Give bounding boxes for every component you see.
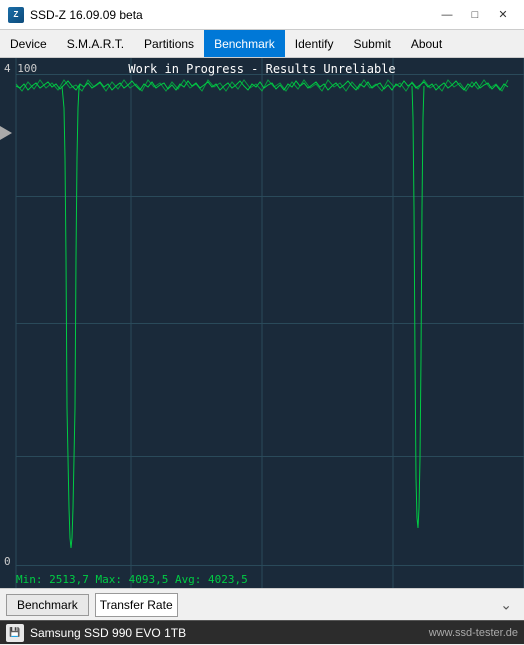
menu-bar: Device S.M.A.R.T. Partitions Benchmark I… <box>0 30 524 58</box>
maximize-button[interactable]: □ <box>462 5 488 25</box>
menu-submit[interactable]: Submit <box>343 30 400 57</box>
benchmark-button[interactable]: Benchmark <box>6 594 89 616</box>
chart-stats: Min: 2513,7 Max: 4093,5 Avg: 4023,5 <box>16 573 248 586</box>
drive-icon: 💾 <box>6 624 24 642</box>
window-controls: — □ ✕ <box>434 5 516 25</box>
transfer-rate-dropdown-wrapper: Transfer Rate IOPS Latency Access Time <box>95 593 518 617</box>
close-button[interactable]: ✕ <box>490 5 516 25</box>
title-bar: Z SSD-Z 16.09.09 beta — □ ✕ <box>0 0 524 30</box>
bottom-toolbar: Benchmark Transfer Rate IOPS Latency Acc… <box>0 588 524 620</box>
chart-title: Work in Progress - Results Unreliable <box>128 62 395 76</box>
chart-svg <box>0 58 524 588</box>
window-title: SSD-Z 16.09.09 beta <box>30 8 434 22</box>
drive-label: Samsung SSD 990 EVO 1TB <box>30 626 423 640</box>
website-label: www.ssd-tester.de <box>429 627 518 639</box>
menu-identify[interactable]: Identify <box>285 30 344 57</box>
y-axis-bottom-label: 0 <box>4 555 11 568</box>
transfer-rate-dropdown[interactable]: Transfer Rate IOPS Latency Access Time <box>95 593 178 617</box>
menu-benchmark[interactable]: Benchmark <box>204 30 285 57</box>
menu-partitions[interactable]: Partitions <box>134 30 204 57</box>
menu-device[interactable]: Device <box>0 30 57 57</box>
chart-area: 4 100 Work in Progress - Results Unrelia… <box>0 58 524 588</box>
app-icon: Z <box>8 7 24 23</box>
y-axis-top-label: 4 100 <box>4 62 37 75</box>
status-bar: 💾 Samsung SSD 990 EVO 1TB www.ssd-tester… <box>0 620 524 644</box>
menu-smart[interactable]: S.M.A.R.T. <box>57 30 134 57</box>
minimize-button[interactable]: — <box>434 5 460 25</box>
menu-about[interactable]: About <box>401 30 452 57</box>
